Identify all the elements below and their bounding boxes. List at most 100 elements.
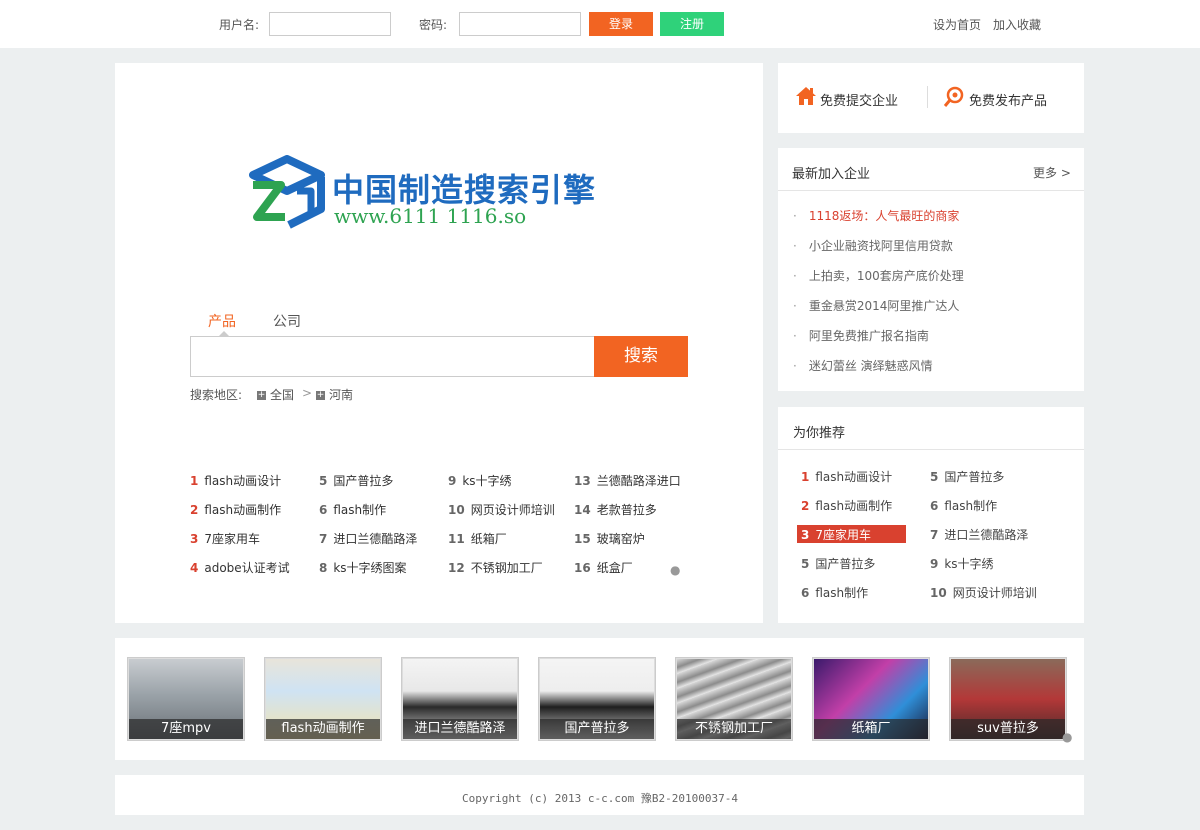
news-list-item[interactable]: · 阿里免费推广报名指南 <box>793 327 929 344</box>
region-all[interactable]: + 全国 <box>257 386 294 403</box>
logo-cube-icon <box>249 155 325 229</box>
username-input[interactable] <box>269 12 391 36</box>
rank-number: 7 <box>930 528 939 542</box>
hot-keyword-item[interactable]: 10 网页设计师培训 <box>448 501 555 518</box>
hot-keyword-item[interactable]: 8 ks十字绣图案 <box>319 559 407 576</box>
publish-product-link[interactable]: 免费发布产品 <box>969 90 1047 109</box>
news-list-item[interactable]: · 1118返场：人气最旺的商家 <box>793 207 959 224</box>
news-label: 上拍卖，100套房产底价处理 <box>808 269 964 283</box>
add-favorite-link[interactable]: 加入收藏 <box>993 16 1041 33</box>
region-selected[interactable]: + 河南 <box>316 386 353 403</box>
search-input[interactable] <box>190 336 596 377</box>
recommend-item[interactable]: 6 flash制作 <box>930 497 997 514</box>
divider <box>778 449 1084 450</box>
keyword-label: 不锈钢加工厂 <box>470 561 543 575</box>
keyword-label: 7座家用车 <box>204 532 260 546</box>
recommend-item[interactable]: 7 进口兰德酷路泽 <box>930 526 1028 543</box>
keyword-label: ks十字绣 <box>462 474 512 488</box>
chevron-right-icon: > <box>1060 166 1071 180</box>
rank-number: 7 <box>319 532 328 546</box>
hot-keyword-item[interactable]: 6 flash制作 <box>319 501 386 518</box>
hot-keyword-item[interactable]: 16 纸盒厂 <box>574 559 633 576</box>
rank-number: 13 <box>574 474 591 488</box>
rank-number: 6 <box>801 586 810 600</box>
news-list-item[interactable]: · 迷幻蕾丝 演绎魅惑风情 <box>793 357 933 374</box>
keyword-label: 玻璃窑炉 <box>596 532 645 546</box>
password-label: 密码: <box>419 18 448 32</box>
hot-keyword-item[interactable]: 1 flash动画设计 <box>190 472 281 489</box>
recommend-label: 进口兰德酷路泽 <box>944 528 1029 542</box>
news-label: 阿里免费推广报名指南 <box>808 329 929 343</box>
more-link[interactable]: 更多 > <box>1033 164 1071 181</box>
recommend-label: flash动画制作 <box>815 499 893 513</box>
set-homepage-link[interactable]: 设为首页 <box>933 16 981 33</box>
news-list-item[interactable]: · 小企业融资找阿里信用贷款 <box>793 237 953 254</box>
hot-keyword-item[interactable]: 11 纸箱厂 <box>448 530 507 547</box>
hot-keyword-item[interactable]: 9 ks十字绣 <box>448 472 512 489</box>
product-thumbnail[interactable]: suv普拉多 <box>949 657 1067 741</box>
paw-icon: ● <box>1062 730 1073 744</box>
product-thumbnail[interactable]: 进口兰德酷路泽 <box>401 657 519 741</box>
rank-number: 8 <box>319 561 328 575</box>
rank-number: 9 <box>930 557 939 571</box>
thumbnail-caption: suv普拉多 <box>951 719 1065 739</box>
product-thumbnail[interactable]: flash动画制作 <box>264 657 382 741</box>
product-thumbnail[interactable]: 纸箱厂 <box>812 657 930 741</box>
hot-keyword-item[interactable]: 13 兰德酷路泽进口 <box>574 472 681 489</box>
rank-number: 12 <box>448 561 465 575</box>
hot-keyword-item[interactable]: 3 7座家用车 <box>190 530 260 547</box>
rank-number: 1 <box>801 470 810 484</box>
recommend-item[interactable]: 3 7座家用车 <box>801 526 871 543</box>
rank-number: 3 <box>190 532 199 546</box>
product-thumbnail[interactable]: 7座mpv <box>127 657 245 741</box>
hot-keyword-item[interactable]: 7 进口兰德酷路泽 <box>319 530 417 547</box>
thumbnail-caption: flash动画制作 <box>266 719 380 739</box>
password-input[interactable] <box>459 12 581 36</box>
plus-icon: + <box>316 390 325 400</box>
keyword-label: flash动画设计 <box>204 474 282 488</box>
hot-keyword-item[interactable]: 5 国产普拉多 <box>319 472 393 489</box>
recommend-item[interactable]: 2 flash动画制作 <box>801 497 892 514</box>
hot-keyword-item[interactable]: 2 flash动画制作 <box>190 501 281 518</box>
recommend-item[interactable]: 1 flash动画设计 <box>801 468 892 485</box>
logo-url: www.6111 1116.so <box>334 204 527 228</box>
recommend-item[interactable]: 6 flash制作 <box>801 584 868 601</box>
search-button[interactable]: 搜索 <box>594 336 688 377</box>
news-list-item[interactable]: · 重金悬赏2014阿里推广达人 <box>793 297 959 314</box>
login-button[interactable]: 登录 <box>589 12 653 36</box>
news-list-item[interactable]: · 上拍卖，100套房产底价处理 <box>793 267 964 284</box>
hot-keyword-item[interactable]: 14 老款普拉多 <box>574 501 657 518</box>
divider <box>778 190 1084 191</box>
hot-keyword-item[interactable]: 12 不锈钢加工厂 <box>448 559 543 576</box>
rank-number: 6 <box>930 499 939 513</box>
region-selected-label: 河南 <box>329 388 354 402</box>
recommend-label: ks十字绣 <box>944 557 994 571</box>
news-label: 1118返场：人气最旺的商家 <box>808 209 960 223</box>
rank-number: 14 <box>574 503 591 517</box>
recommend-item[interactable]: 9 ks十字绣 <box>930 555 994 572</box>
tab-product[interactable]: 产品 <box>208 311 236 331</box>
recommend-label: 国产普拉多 <box>944 470 1005 484</box>
submit-company-link[interactable]: 免费提交企业 <box>820 90 898 109</box>
bullet-icon: · <box>793 239 797 253</box>
thumbnail-caption: 纸箱厂 <box>814 719 928 739</box>
hot-keyword-item[interactable]: 4 adobe认证考试 <box>190 559 290 576</box>
keyword-label: 兰德酷路泽进口 <box>596 474 681 488</box>
product-thumbnail[interactable]: 国产普拉多 <box>538 657 656 741</box>
product-thumbnail[interactable]: 不锈钢加工厂 <box>675 657 793 741</box>
keyword-label: ks十字绣图案 <box>333 561 407 575</box>
recommend-item[interactable]: 10 网页设计师培训 <box>930 584 1037 601</box>
rank-number: 4 <box>190 561 199 575</box>
rank-number: 2 <box>190 503 199 517</box>
tab-company[interactable]: 公司 <box>273 311 301 331</box>
rank-number: 5 <box>930 470 939 484</box>
top-bar: 用户名: 密码: 登录 注册 设为首页 加入收藏 <box>0 0 1200 48</box>
keyword-label: 进口兰德酷路泽 <box>333 532 418 546</box>
register-button[interactable]: 注册 <box>660 12 724 36</box>
recommend-item[interactable]: 5 国产普拉多 <box>801 555 875 572</box>
recommend-item[interactable]: 5 国产普拉多 <box>930 468 1004 485</box>
keyword-label: 纸箱厂 <box>470 532 507 546</box>
keyword-label: flash制作 <box>333 503 387 517</box>
hot-keyword-item[interactable]: 15 玻璃窑炉 <box>574 530 645 547</box>
keyword-label: 纸盒厂 <box>596 561 633 575</box>
